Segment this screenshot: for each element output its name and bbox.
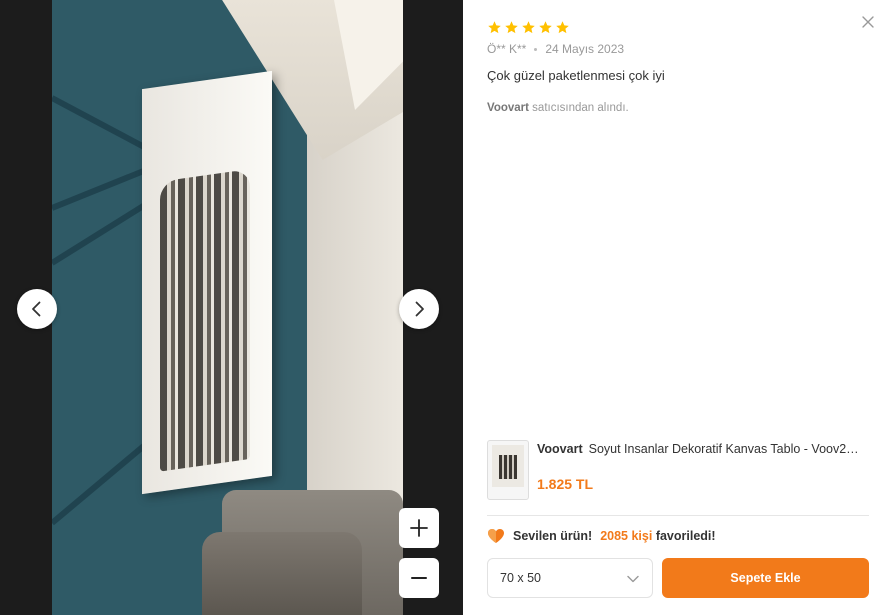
heart-icon [488,529,504,543]
close-icon[interactable] [860,14,876,30]
review-meta: Ö** K** 24 Mayıs 2023 [487,42,624,56]
favorites-count: 2085 kişi [600,529,653,543]
chevron-right-icon [415,301,424,317]
favorites-info: Sevilen ürün! 2085 kişi favoriledi! [487,528,716,544]
next-image-button[interactable] [399,289,439,329]
star-icon [505,21,518,34]
favorites-suffix: favoriledi! [655,529,716,543]
separator-dot [534,47,538,51]
review-photo [52,0,403,615]
thumbnail-figures [499,455,517,479]
star-icon [522,21,535,34]
star-icon [539,21,552,34]
star-icon [556,21,569,34]
divider [487,515,869,516]
chevron-left-icon [32,301,41,317]
product-title[interactable]: Voovart Soyut Insanlar Dekoratif Kanvas T… [537,442,871,456]
chevron-down-icon [627,575,639,583]
seller-suffix: satıcısından alındı. [532,102,629,114]
seller-note: Voovart satıcısından alındı. [487,102,629,114]
star-icon [488,21,501,34]
product-brand: Voovart [537,442,583,456]
plus-icon [410,519,428,537]
review-text: Çok güzel paketlenmesi çok iyi [487,68,665,83]
painting-figures [160,168,250,472]
size-value: 70 x 50 [500,571,542,585]
minus-icon [411,577,427,579]
size-select[interactable]: 70 x 50 [487,558,653,598]
review-date: 24 Mayıs 2023 [545,42,625,56]
review-panel: Ö** K** 24 Mayıs 2023 Çok güzel paketlen… [463,0,890,615]
canvas-painting [142,70,272,495]
thumbnail-canvas [492,445,524,487]
product-price: 1.825 TL [537,476,594,492]
seller-name[interactable]: Voovart [487,102,529,114]
sofa-cushion [202,532,362,615]
rating-stars [487,20,570,35]
previous-image-button[interactable] [17,289,57,329]
product-card[interactable]: Voovart Soyut Insanlar Dekoratif Kanvas T… [487,440,871,502]
product-thumbnail[interactable] [487,440,529,500]
review-author: Ö** K** [487,42,527,56]
zoom-in-button[interactable] [399,508,439,548]
product-name: Soyut Insanlar Dekoratif Kanvas Tablo - … [588,442,859,456]
favorites-prefix: Sevilen ürün! [513,529,593,543]
zoom-out-button[interactable] [399,558,439,598]
add-to-cart-button[interactable]: Sepete Ekle [662,558,869,598]
image-viewer [0,0,463,615]
